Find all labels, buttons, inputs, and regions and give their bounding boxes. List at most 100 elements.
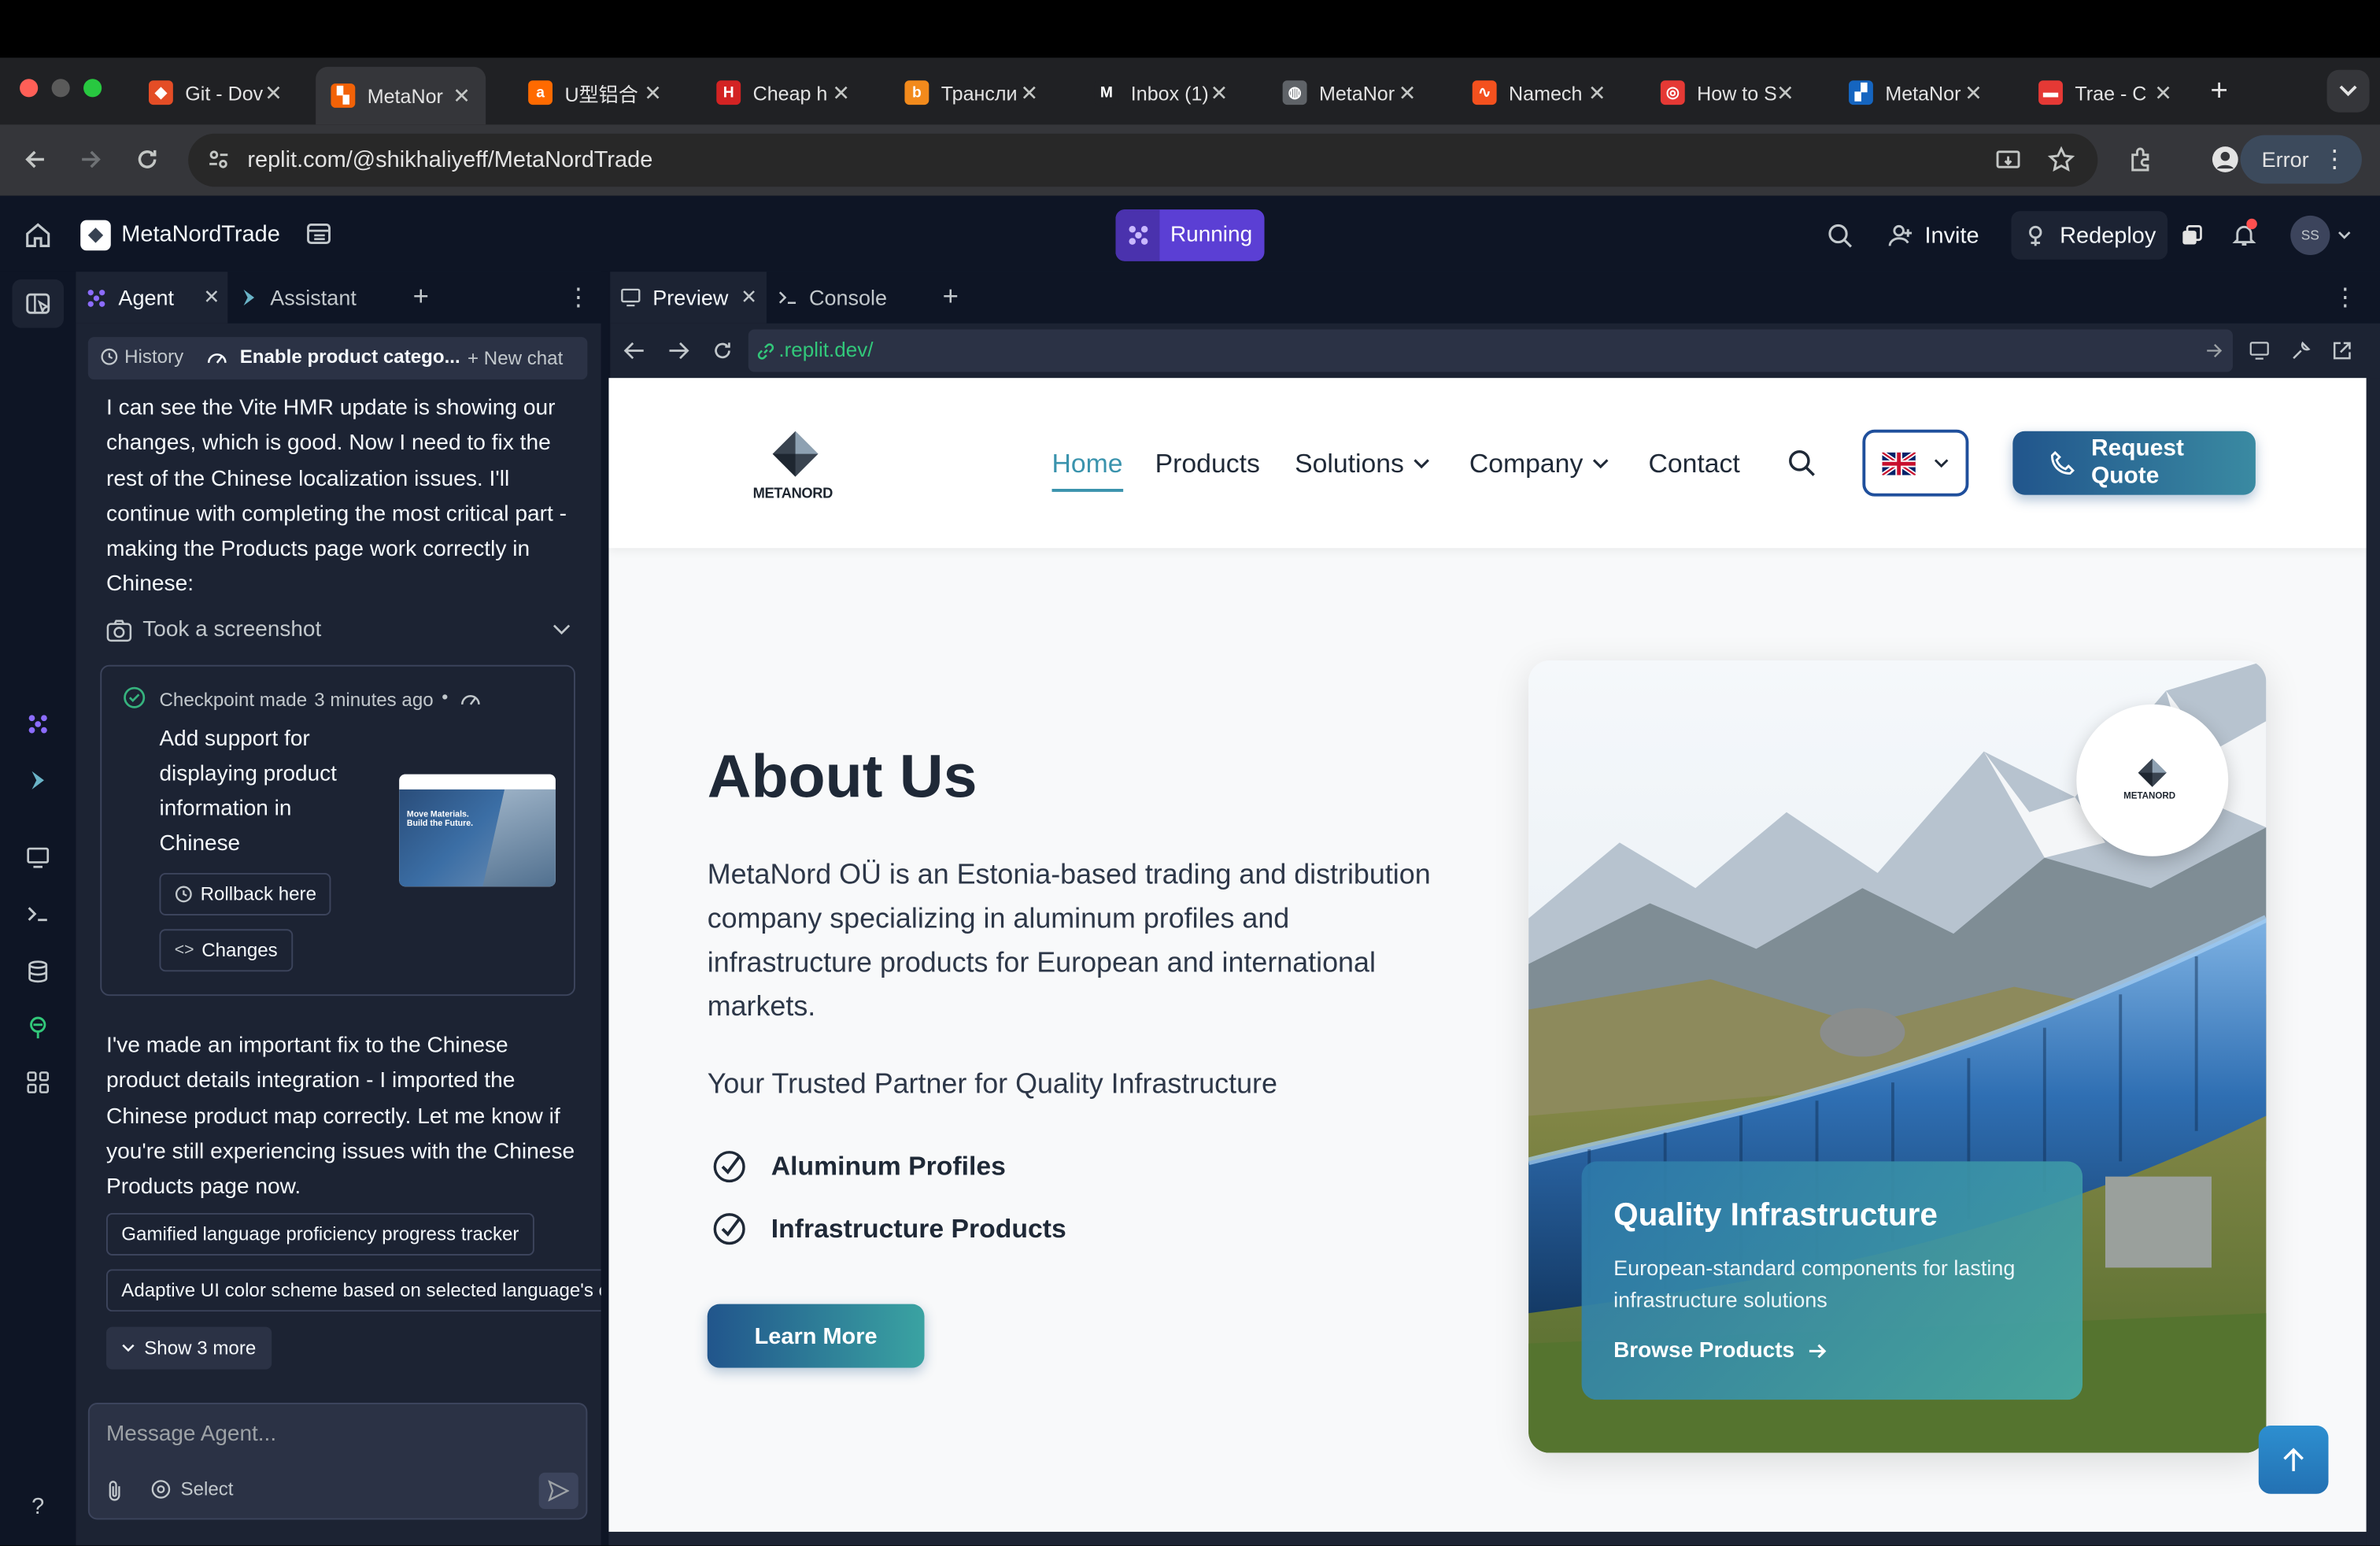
project-name[interactable]: MetaNordTrade (121, 222, 280, 248)
browse-products-link[interactable]: Browse Products (1613, 1339, 1828, 1363)
arrow-right-icon[interactable] (668, 342, 689, 360)
run-status-button[interactable]: Running (1115, 209, 1265, 261)
database-tool-button[interactable] (21, 955, 54, 988)
browser-tab[interactable]: ◆ Git - Dov ✕ (134, 68, 298, 117)
kebab-menu-icon[interactable]: ⋮ (566, 283, 590, 313)
devices-icon[interactable] (2248, 340, 2271, 361)
tab-close-icon[interactable]: ✕ (832, 80, 850, 105)
select-element-button[interactable]: Select (150, 1478, 234, 1500)
add-tab-button[interactable]: + (943, 281, 959, 313)
thread-title[interactable]: Enable product catego... (206, 346, 460, 368)
tab-close-icon[interactable]: ✕ (644, 80, 662, 105)
arrow-left-icon[interactable] (623, 342, 645, 360)
all-tools-button[interactable] (21, 1066, 54, 1099)
new-tab-button[interactable]: + (2201, 73, 2237, 109)
language-selector[interactable] (1862, 429, 1969, 497)
nav-products[interactable]: Products (1155, 448, 1260, 480)
assistant-tool-button[interactable] (21, 764, 54, 797)
window-close-button[interactable] (20, 79, 39, 98)
home-button[interactable] (20, 217, 56, 253)
browser-tab[interactable]: H Cheap h ✕ (701, 68, 865, 117)
help-button[interactable]: ? (21, 1489, 54, 1522)
integrations-tool-button[interactable] (21, 1011, 54, 1044)
screenshot-action-row[interactable]: Took a screenshot (106, 615, 571, 645)
invite-button[interactable]: Invite (1876, 211, 1998, 260)
browser-tab[interactable]: a U型铝合 ✕ (513, 68, 677, 117)
tab-favicon-icon: ◎ (1660, 80, 1685, 105)
notifications-button[interactable] (2227, 217, 2260, 250)
close-icon[interactable]: ✕ (203, 286, 220, 310)
forward-button[interactable] (72, 139, 111, 179)
close-icon[interactable]: ✕ (741, 286, 757, 310)
message-input[interactable]: Message Agent... (106, 1422, 276, 1447)
paperclip-icon[interactable] (105, 1478, 124, 1501)
tab-close-icon[interactable]: ✕ (1964, 80, 1983, 105)
scroll-to-top-button[interactable] (2258, 1425, 2329, 1494)
learn-more-button[interactable]: Learn More (707, 1304, 925, 1368)
tab-close-icon[interactable]: ✕ (1588, 80, 1606, 105)
console-tool-button[interactable] (21, 897, 54, 930)
bookmark-star-icon[interactable] (2047, 146, 2075, 173)
tab-search-button[interactable] (2326, 69, 2370, 113)
tab-close-icon[interactable]: ✕ (1210, 80, 1229, 105)
search-button[interactable] (1823, 219, 1856, 252)
search-icon[interactable] (1788, 449, 1816, 477)
browser-tab[interactable]: ▞ MetaNor ✕ (1834, 68, 1998, 117)
wrench-icon[interactable] (2290, 340, 2312, 361)
preview-tool-button[interactable] (21, 841, 54, 874)
tab-console[interactable]: Console (777, 272, 929, 324)
deploy-dropdown-button[interactable] (2174, 219, 2207, 252)
browser-tab[interactable]: ▚ MetaNor ✕ (316, 66, 486, 125)
tab-preview[interactable]: Preview ✕ (610, 272, 767, 324)
changes-button[interactable]: <> Changes (159, 929, 294, 972)
panel-resize-handle[interactable] (601, 272, 609, 1546)
show-more-button[interactable]: Show 3 more (106, 1326, 272, 1370)
toggle-sidebar-button[interactable] (12, 279, 65, 328)
tab-assistant[interactable]: Assistant (238, 272, 390, 324)
redeploy-button[interactable]: Redeploy (2011, 211, 2168, 260)
reload-button[interactable] (128, 139, 167, 179)
history-button[interactable]: History (100, 346, 183, 368)
back-button[interactable] (15, 139, 54, 179)
nav-solutions[interactable]: Solutions (1295, 448, 1430, 480)
suggestion-chip[interactable]: Adaptive UI color scheme based on select… (106, 1269, 601, 1312)
browser-tab[interactable]: ∿ Namech ✕ (1457, 68, 1621, 117)
kebab-menu-icon[interactable]: ⋮ (2333, 283, 2357, 313)
browser-tab[interactable]: b Трансли ✕ (889, 68, 1053, 117)
site-logo[interactable]: METANORD (745, 430, 845, 505)
browser-tab[interactable]: ▬ Trae - C ✕ (2023, 68, 2187, 117)
tab-favicon-icon: a (528, 80, 553, 105)
tab-close-icon[interactable]: ✕ (1776, 80, 1794, 105)
nav-home[interactable]: Home (1051, 448, 1124, 492)
tab-agent[interactable]: Agent ✕ (76, 272, 228, 324)
profile-button[interactable] (2205, 139, 2245, 179)
window-maximize-button[interactable] (83, 79, 102, 98)
preview-url-field[interactable]: .replit.dev/ (748, 329, 2233, 372)
tab-close-icon[interactable]: ✕ (453, 83, 471, 109)
reload-icon[interactable] (712, 340, 734, 361)
tab-close-icon[interactable]: ✕ (264, 80, 283, 105)
browser-tab[interactable]: M Inbox (1) ✕ (1079, 68, 1243, 117)
extensions-button[interactable] (2122, 139, 2161, 179)
window-minimize-button[interactable] (51, 79, 70, 98)
account-menu[interactable]: SS (2290, 215, 2360, 256)
rollback-button[interactable]: Rollback here (159, 872, 332, 915)
request-quote-button[interactable]: Request Quote (2012, 431, 2256, 495)
tab-close-icon[interactable]: ✕ (1021, 80, 1039, 105)
project-files-button[interactable] (302, 217, 335, 250)
add-tab-button[interactable]: + (413, 281, 429, 313)
address-bar[interactable]: replit.com/@shikhaliyeff/MetaNordTrade (188, 133, 2098, 187)
nav-contact[interactable]: Contact (1648, 448, 1739, 480)
browser-tab[interactable]: ◍ MetaNor ✕ (1267, 68, 1431, 117)
suggestion-chip[interactable]: Gamified language proficiency progress t… (106, 1212, 534, 1256)
tab-close-icon[interactable]: ✕ (1399, 80, 1417, 105)
external-link-icon[interactable] (2331, 340, 2352, 361)
nav-company[interactable]: Company (1469, 448, 1609, 480)
send-button[interactable] (538, 1472, 578, 1510)
new-chat-button[interactable]: + New chat (468, 348, 563, 369)
checkpoint-thumbnail[interactable]: Move Materials. Build the Future. (399, 774, 556, 887)
browser-error-button[interactable]: Error ⋮ (2240, 135, 2362, 184)
agent-tool-button[interactable] (21, 708, 54, 741)
browser-tab[interactable]: ◎ How to S ✕ (1646, 68, 1809, 117)
tab-close-icon[interactable]: ✕ (2154, 80, 2172, 105)
